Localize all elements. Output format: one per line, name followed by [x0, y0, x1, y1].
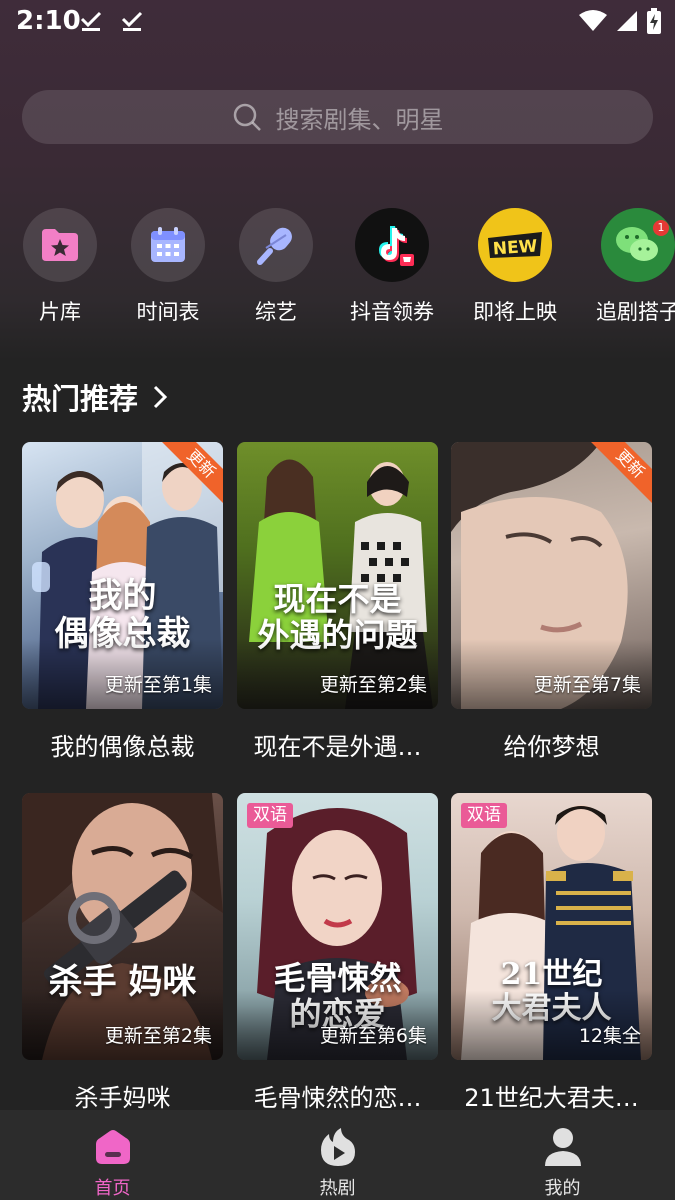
download-done-icon: [80, 11, 102, 31]
drama-card[interactable]: 杀手 妈咪 更新至第2集 杀手妈咪: [22, 793, 223, 1113]
tab-hot-dramas[interactable]: 热剧: [225, 1110, 450, 1200]
drama-title: 我的偶像总裁: [50, 733, 195, 761]
bottom-nav: 首页 热剧 我的: [0, 1110, 675, 1200]
status-time: 2:10: [16, 6, 81, 36]
quick-nav-watch-buddy[interactable]: 1 追剧搭子: [578, 206, 675, 326]
chevron-right-icon: [153, 385, 168, 409]
drama-poster: 双语 毛骨悚然的恋爱 更新至第6集: [237, 793, 438, 1060]
microphone-icon: [257, 227, 292, 265]
episode-status: 更新至第6集: [319, 1025, 427, 1047]
drama-title: 21世纪大君夫…: [464, 1084, 639, 1112]
tiktok-icon: [379, 226, 414, 266]
home-icon: [95, 1130, 130, 1164]
cellular-signal-icon: [617, 11, 637, 31]
quick-nav-douyin[interactable]: 抖音领券: [332, 206, 452, 326]
bilingual-tag: 双语: [247, 803, 293, 828]
episode-status: 更新至第2集: [319, 674, 427, 696]
drama-title: 给你梦想: [503, 733, 600, 761]
download-done-icon: [121, 11, 143, 31]
calendar-icon: [151, 227, 185, 262]
search-placeholder: 搜索剧集、明星: [275, 105, 444, 134]
episode-status: 更新至第7集: [533, 674, 641, 696]
episode-status: 更新至第2集: [104, 1025, 212, 1047]
play-flame-icon: [320, 1128, 355, 1166]
tab-me[interactable]: 我的: [450, 1110, 675, 1200]
quick-nav-variety[interactable]: 综艺: [216, 206, 336, 326]
drama-title: 毛骨悚然的恋…: [253, 1084, 422, 1112]
new-badge-icon: NEW: [488, 232, 542, 260]
section-title: 热门推荐: [22, 382, 139, 416]
svg-text:NEW: NEW: [492, 236, 538, 259]
user-icon: [544, 1128, 581, 1166]
drama-poster: 我的 偶像总裁 更新 更新至第1集: [22, 442, 223, 709]
quick-nav-schedule[interactable]: 时间表: [108, 206, 228, 326]
quick-nav-library[interactable]: 片库: [0, 206, 120, 326]
wifi-icon: [579, 10, 607, 31]
section-hot-recommend[interactable]: 热门推荐: [22, 376, 168, 418]
quick-nav-coming-soon[interactable]: NEW 即将上映: [455, 206, 575, 326]
battery-charging-icon: [647, 8, 661, 34]
tab-home[interactable]: 首页: [0, 1110, 225, 1200]
drama-title: 杀手妈咪: [74, 1084, 171, 1112]
episode-status: 12集全: [578, 1025, 641, 1047]
drama-card[interactable]: 更新 更新至第7集 给你梦想: [451, 442, 652, 762]
drama-title: 现在不是外遇…: [253, 733, 422, 761]
drama-card[interactable]: 我的 偶像总裁 更新 更新至第1集 我的偶像总裁: [22, 442, 223, 762]
drama-poster: 杀手 妈咪 更新至第2集: [22, 793, 223, 1060]
drama-poster: 现在不是 外遇的问题 更新至第2集: [237, 442, 438, 709]
search-icon: [233, 103, 261, 131]
drama-poster: 更新 更新至第7集: [451, 442, 652, 709]
folder-star-icon: [42, 229, 78, 261]
drama-poster: 双语 21世纪大君夫人 12集全: [451, 793, 652, 1060]
drama-card[interactable]: 双语 毛骨悚然的恋爱 更新至第6集 毛骨悚然的恋…: [237, 793, 438, 1113]
drama-card[interactable]: 双语 21世纪大君夫人 12集全 21世纪大君夫…: [451, 793, 652, 1113]
notification-badge: 1: [653, 220, 669, 236]
status-bar: 2:10: [0, 0, 675, 48]
episode-status: 更新至第1集: [104, 674, 212, 696]
drama-card[interactable]: 现在不是 外遇的问题 更新至第2集 现在不是外遇…: [237, 442, 438, 762]
bilingual-tag: 双语: [461, 803, 507, 828]
search-bar[interactable]: 搜索剧集、明星: [22, 90, 653, 144]
quick-nav: 片库 时间表 综艺 抖音领券 NEW 即将上映 1 追剧搭子: [0, 206, 675, 326]
